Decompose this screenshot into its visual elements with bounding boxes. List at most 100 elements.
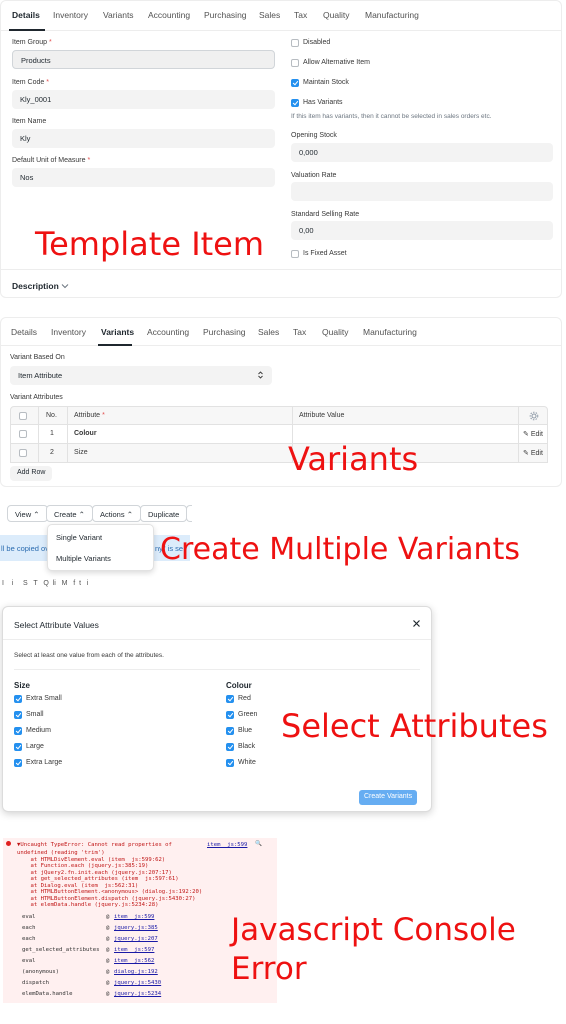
tab-accounting[interactable]: Accounting [148, 10, 190, 20]
uom-label: Default Unit of Measure * [12, 157, 91, 164]
tab-details[interactable]: Details [11, 327, 37, 337]
actions-button[interactable]: Actions ⌃ [92, 505, 141, 522]
tab-tax[interactable]: Tax [294, 10, 307, 20]
description-section-toggle[interactable]: Description [12, 281, 59, 291]
allow-alternative-checkbox[interactable] [291, 59, 299, 67]
console-trace-line: at HTMLButtonElement.<anonymous> (dialog… [17, 889, 203, 895]
item-group-field[interactable]: Products [12, 50, 275, 69]
row-checkbox[interactable] [19, 449, 27, 457]
size-option-checkbox[interactable] [14, 727, 22, 735]
stack-loc[interactable]: item js:597 [114, 947, 154, 954]
console-trace-line: undefined (reading 'trim') [17, 850, 105, 856]
row-number: 2 [50, 449, 54, 456]
tab-tax[interactable]: Tax [293, 327, 306, 337]
tab-manufacturing[interactable]: Manufacturing [363, 327, 417, 337]
stack-loc[interactable]: jquery.js:207 [114, 936, 158, 943]
annotation-console-error-2: Error [231, 951, 307, 987]
create-variants-button[interactable]: Create Variants [359, 790, 418, 805]
console-trace-line: at Function.each (jquery.js:385:19) [17, 863, 149, 869]
more-button-edge[interactable] [186, 505, 192, 522]
row-edit-button[interactable]: ✎ Edit [523, 430, 543, 438]
tab-purchasing[interactable]: Purchasing [204, 10, 247, 20]
variants-form-tabs: Details Inventory Variants Accounting Pu… [1, 318, 561, 346]
maintain-stock-checkbox[interactable] [291, 79, 299, 87]
size-option-checkbox[interactable] [14, 743, 22, 751]
stack-loc[interactable]: item js:562 [114, 958, 154, 965]
edit-icon: ✎ [523, 431, 529, 438]
row-attribute[interactable]: Size [74, 449, 88, 456]
fixed-asset-checkbox[interactable] [291, 250, 299, 258]
tab-inventory[interactable]: Inventory [51, 327, 86, 337]
stack-at: @ [106, 958, 110, 964]
disabled-checkbox[interactable] [291, 39, 299, 47]
colour-option-label: Black [238, 743, 256, 750]
tab-variants[interactable]: Variants [103, 10, 134, 20]
console-error-header[interactable]: ▼Uncaught TypeError: Cannot read propert… [17, 842, 172, 849]
item-name-field[interactable]: Kly [12, 129, 275, 148]
stack-fn: each [22, 936, 36, 942]
colour-option-checkbox[interactable] [226, 695, 234, 703]
console-trace-line: at elemData.handle (jquery.js:5234:28) [17, 902, 159, 908]
column-attribute-value: Attribute Value [299, 412, 345, 419]
close-icon[interactable] [412, 619, 421, 628]
duplicate-button[interactable]: Duplicate [140, 505, 188, 522]
stack-at: @ [106, 969, 110, 975]
size-option-checkbox[interactable] [14, 711, 22, 719]
add-row-button[interactable]: Add Row [10, 466, 53, 481]
colour-option-checkbox[interactable] [226, 727, 234, 735]
tab-purchasing[interactable]: Purchasing [203, 327, 246, 337]
tab-inventory[interactable]: Inventory [53, 10, 88, 20]
uom-field[interactable]: Nos [12, 168, 275, 187]
console-source-link[interactable]: item js:599 [207, 842, 247, 849]
colour-option-checkbox[interactable] [226, 743, 234, 751]
variant-based-on-select[interactable]: Item Attribute [10, 366, 272, 385]
menu-item-single-variant[interactable]: Single Variant [56, 533, 102, 542]
stack-fn: dispatch [22, 980, 49, 986]
row-attribute[interactable]: Colour [74, 430, 97, 437]
has-variants-checkbox[interactable] [291, 99, 299, 107]
row-edit-button[interactable]: ✎ Edit [523, 449, 543, 457]
row-checkbox[interactable] [19, 430, 27, 438]
dialog-divider [3, 639, 431, 640]
search-icon[interactable]: 🔍 [255, 841, 262, 848]
tab-sales[interactable]: Sales [258, 327, 279, 337]
section-divider [1, 269, 561, 270]
view-button[interactable]: View ⌃ [7, 505, 48, 522]
menu-item-multiple-variants[interactable]: Multiple Variants [56, 554, 111, 563]
colour-option-checkbox[interactable] [226, 711, 234, 719]
tab-manufacturing[interactable]: Manufacturing [365, 10, 419, 20]
stack-loc[interactable]: jquery.js:5234 [114, 991, 161, 998]
stack-at: @ [106, 947, 110, 953]
maintain-stock-label: Maintain Stock [303, 79, 349, 86]
tab-sales[interactable]: Sales [259, 10, 280, 20]
tab-quality[interactable]: Quality [323, 10, 349, 20]
stack-loc[interactable]: jquery.js:385 [114, 925, 158, 932]
colour-option-label: Red [238, 695, 251, 702]
annotation-create-multiple: Create Multiple Variants [160, 532, 520, 567]
selling-rate-field[interactable]: 0,00 [291, 221, 553, 240]
row-number: 1 [50, 430, 54, 437]
size-option-checkbox[interactable] [14, 759, 22, 767]
valuation-rate-field[interactable] [291, 182, 553, 201]
select-all-checkbox[interactable] [19, 412, 27, 420]
item-form-tabs: Details Inventory Variants Accounting Pu… [1, 1, 561, 31]
stack-loc[interactable]: item js:599 [114, 914, 154, 921]
gear-icon[interactable] [529, 411, 539, 421]
item-code-field[interactable]: Kly_0001 [12, 90, 275, 109]
table-row[interactable]: 1 Colour ✎ Edit [10, 425, 548, 444]
stack-loc[interactable]: dialog.js:192 [114, 969, 158, 976]
opening-stock-field[interactable]: 0,000 [291, 143, 553, 162]
stack-loc[interactable]: jquery.js:5430 [114, 980, 161, 987]
tab-details[interactable]: Details [12, 10, 40, 20]
create-button[interactable]: Create ⌃ [46, 505, 93, 522]
dialog-inner-divider [14, 669, 420, 670]
table-row[interactable]: 2 Size ✎ Edit [10, 444, 548, 463]
chevron-down-icon[interactable] [61, 283, 69, 289]
colour-option-checkbox[interactable] [226, 759, 234, 767]
colour-option-label: White [238, 759, 256, 766]
tab-accounting[interactable]: Accounting [147, 327, 189, 337]
size-option-checkbox[interactable] [14, 695, 22, 703]
tab-variants[interactable]: Variants [101, 327, 134, 337]
size-option-label: Extra Small [26, 695, 62, 702]
tab-quality[interactable]: Quality [322, 327, 348, 337]
